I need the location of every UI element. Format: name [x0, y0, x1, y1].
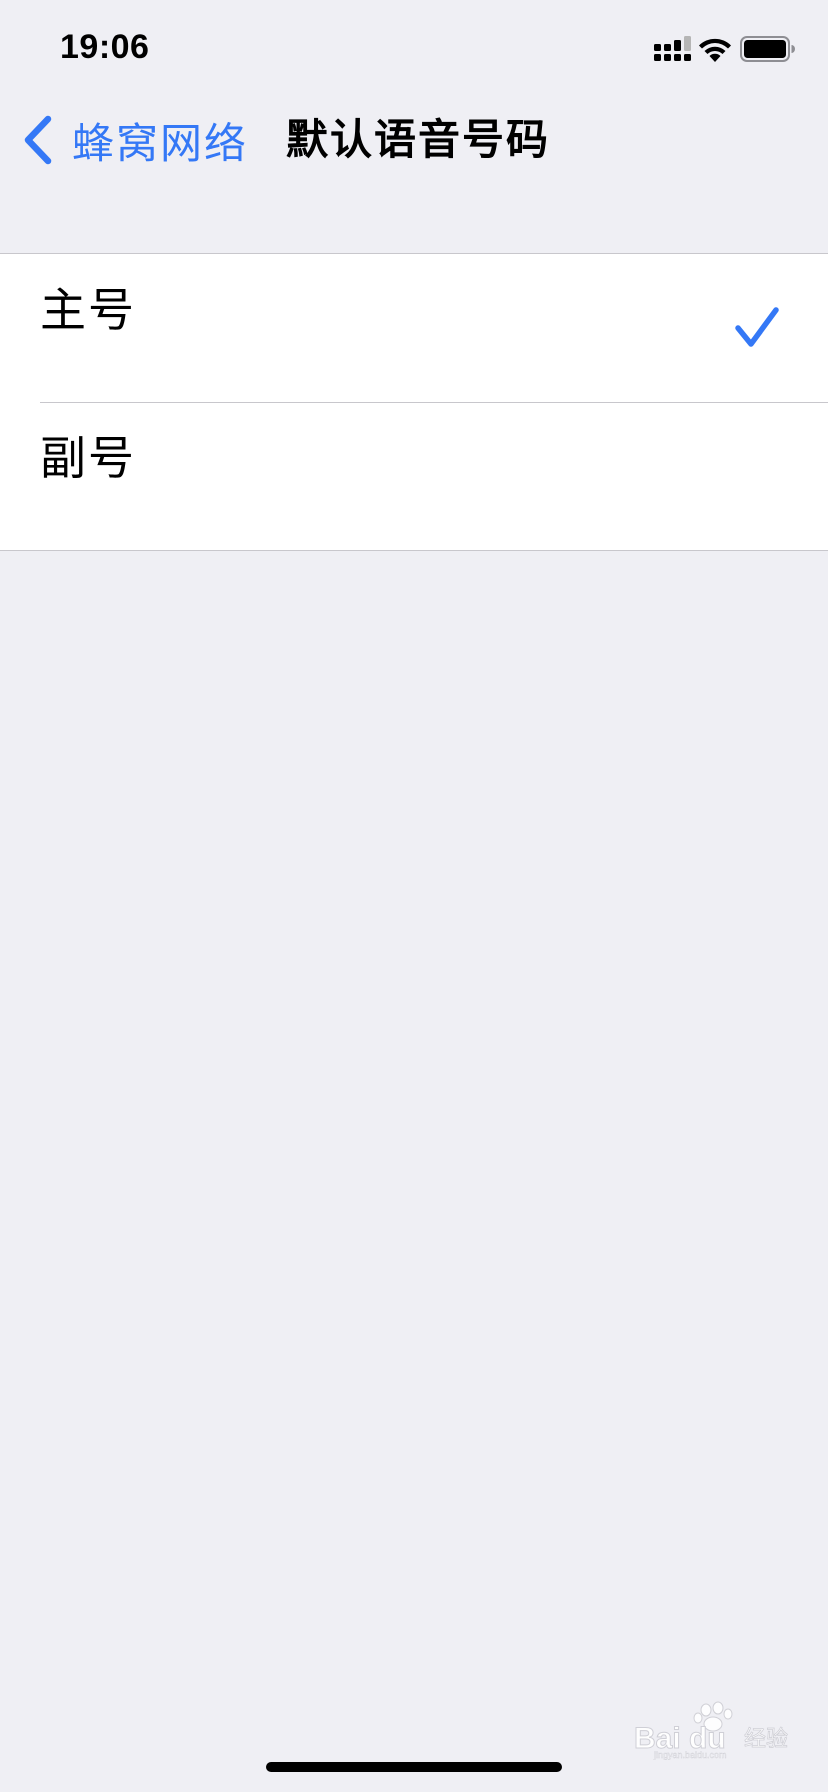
status-bar: 19:06 — [0, 0, 828, 96]
back-button[interactable]: 蜂窝网络 — [20, 106, 248, 174]
chevron-left-icon — [24, 115, 52, 165]
checkmark-icon — [735, 307, 779, 347]
back-button-label: 蜂窝网络 — [72, 118, 249, 168]
home-indicator[interactable] — [266, 1762, 562, 1772]
page-title: 默认语音号码 — [286, 115, 551, 164]
baidu-jingyan-watermark: Bai du 经验 jingyan.baidu.com — [634, 1701, 788, 1760]
option-primary[interactable]: 主号 — [0, 254, 828, 402]
options-list: 主号 副号 — [0, 253, 828, 551]
wifi-icon — [699, 38, 731, 62]
option-secondary[interactable]: 副号 — [0, 402, 828, 550]
status-time: 19:06 — [60, 28, 150, 66]
navigation-bar: 蜂窝网络 默认语音号码 — [0, 96, 828, 184]
option-label: 主号 — [40, 283, 136, 337]
option-label: 副号 — [40, 431, 136, 485]
battery-icon — [740, 36, 795, 62]
svg-text:jingyan.baidu.com: jingyan.baidu.com — [653, 1750, 727, 1760]
svg-text:经验: 经验 — [744, 1727, 788, 1752]
